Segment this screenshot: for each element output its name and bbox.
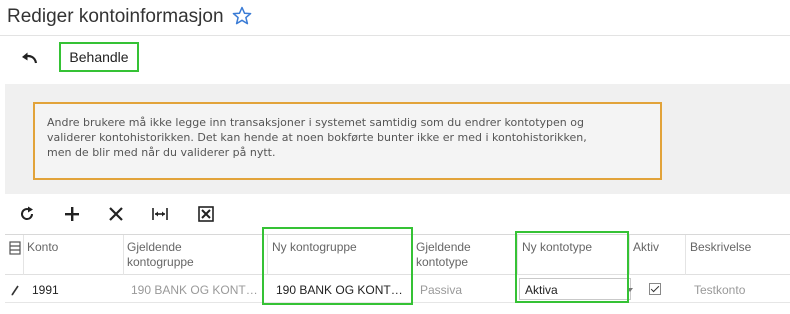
warning-message: Andre brukere må ikke legge inn transaks… <box>33 102 662 180</box>
aktiv-checkbox[interactable] <box>649 283 661 295</box>
delete-icon[interactable] <box>107 205 125 223</box>
edit-pencil-icon <box>11 285 19 296</box>
highlight-ny-kontotype <box>515 231 629 303</box>
header-line: kontotype <box>416 255 469 269</box>
export-excel-icon[interactable] <box>197 205 215 223</box>
process-button[interactable]: Behandle <box>59 42 139 72</box>
column-divider <box>685 235 686 275</box>
column-divider <box>23 235 24 275</box>
fit-columns-icon[interactable] <box>151 205 169 223</box>
header-line: kontogruppe <box>127 255 194 269</box>
refresh-icon[interactable] <box>18 205 36 223</box>
warning-line: validerer kontohistorikken. Det kan hend… <box>47 131 587 144</box>
page-title: Rediger kontoinformasjon <box>7 6 224 27</box>
cell-beskrivelse[interactable]: Testkonto <box>694 283 784 297</box>
header-aktiv[interactable]: Aktiv <box>633 240 659 255</box>
star-icon[interactable] <box>232 6 252 26</box>
cell-gjeldende-kontogruppe: 190 BANK OG KONT… <box>131 283 258 297</box>
column-divider <box>123 235 124 275</box>
title-bar: Rediger kontoinformasjon <box>0 0 790 36</box>
warning-line: men de blir med når du validerer på nytt… <box>47 146 276 159</box>
add-icon[interactable] <box>63 205 81 223</box>
accounts-grid: Konto Gjeldende kontogruppe Ny kontogrup… <box>5 227 790 305</box>
header-line: Gjeldende <box>127 240 182 254</box>
message-area: Andre brukere må ikke legge inn transaks… <box>5 84 790 194</box>
cell-gjeldende-kontotype: Passiva <box>420 283 463 297</box>
column-divider <box>629 235 630 275</box>
grid-toolbar <box>5 197 790 231</box>
main-toolbar: Behandle <box>0 37 790 83</box>
header-gjeldende-kontotype[interactable]: Gjeldende kontotype <box>416 240 471 270</box>
row-selector-icon[interactable] <box>9 241 21 255</box>
undo-icon[interactable] <box>20 50 40 66</box>
warning-line: Andre brukere må ikke legge inn transaks… <box>47 116 584 129</box>
cell-konto[interactable]: 1991 <box>32 283 117 297</box>
header-konto[interactable]: Konto <box>27 240 58 255</box>
header-beskrivelse[interactable]: Beskrivelse <box>690 240 751 255</box>
header-line: Gjeldende <box>416 240 471 254</box>
header-gjeldende-kontogruppe[interactable]: Gjeldende kontogruppe <box>127 240 194 270</box>
highlight-ny-kontogruppe <box>262 227 413 305</box>
